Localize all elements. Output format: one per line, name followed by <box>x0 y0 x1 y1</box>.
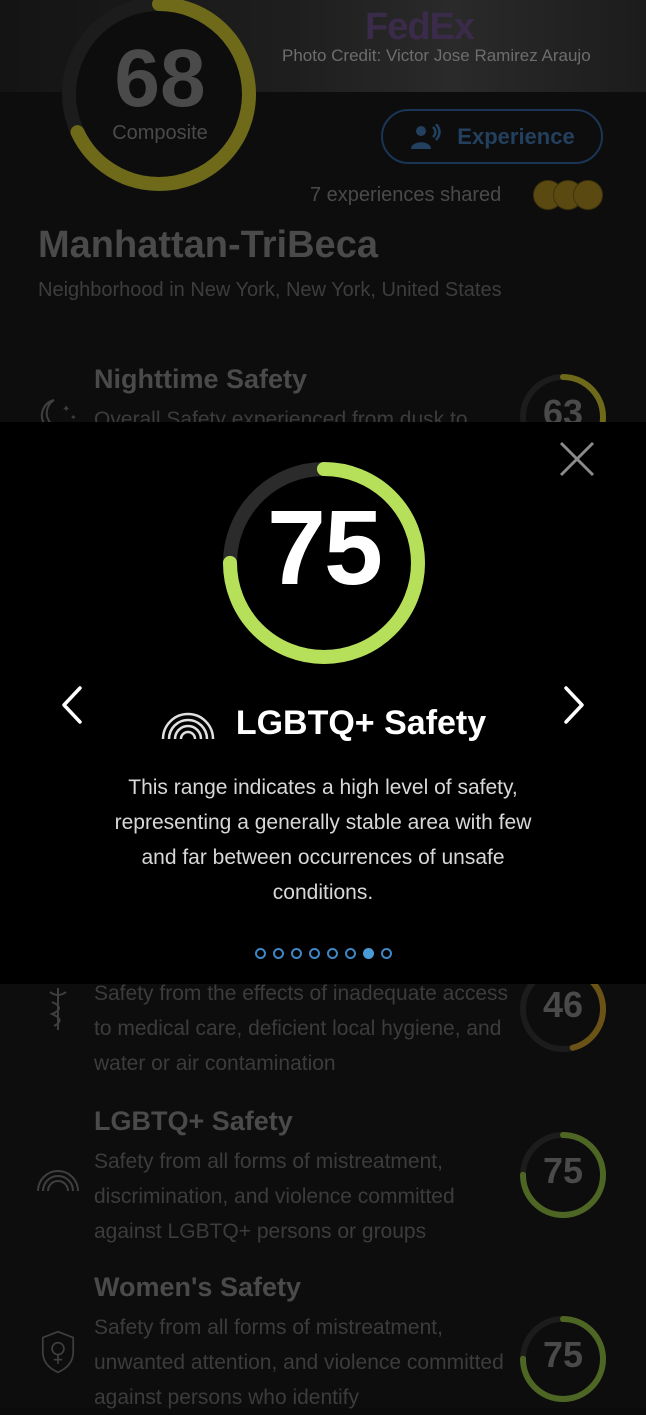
category-description: Safety from the effects of inadequate ac… <box>94 982 509 1075</box>
photo-credit: Photo Credit: Victor Jose Ramirez Araujo <box>282 46 591 65</box>
rainbow-icon <box>37 1170 79 1192</box>
neutral-emoji-icon <box>573 180 603 210</box>
close-button[interactable] <box>556 438 598 480</box>
page-dot[interactable] <box>380 948 392 959</box>
experience-button[interactable]: Experience <box>381 109 603 164</box>
shield-female-icon <box>41 1330 75 1374</box>
category-detail-modal: 75 LGBTQ+ Safety This range indicates a … <box>0 422 646 984</box>
location-name: Manhattan-TriBeca <box>38 224 378 266</box>
composite-score: 68 <box>114 33 206 124</box>
page-dot[interactable] <box>254 948 266 959</box>
category-title: LGBTQ+ Safety <box>94 1106 293 1136</box>
modal-title: LGBTQ+ Safety <box>235 704 487 742</box>
category-score: 46 <box>542 984 584 1025</box>
location-subtitle: Neighborhood in New York, New York, Unit… <box>38 279 502 301</box>
page-dot[interactable] <box>290 948 302 959</box>
category-score: 75 <box>542 1334 584 1375</box>
page-dot[interactable] <box>362 948 374 959</box>
category-title: Nighttime Safety <box>94 364 308 394</box>
page-indicator[interactable] <box>0 948 646 959</box>
experience-button-label: Experience <box>457 123 575 149</box>
page-dot[interactable] <box>308 948 320 959</box>
category-description: Safety from all forms of mistreatment, d… <box>94 1150 455 1243</box>
modal-description: This range indicates a high level of saf… <box>114 776 532 904</box>
category-description: Safety from all forms of mistreatment, u… <box>94 1316 504 1409</box>
reaction-emojis <box>533 180 603 212</box>
category-score: 75 <box>542 1150 584 1191</box>
page-dot[interactable] <box>272 948 284 959</box>
modal-title-row: LGBTQ+ Safety <box>0 704 646 743</box>
score-value: 75 <box>267 489 383 607</box>
rainbow-icon <box>161 712 215 739</box>
page-dot[interactable] <box>344 948 356 959</box>
hero-brand-text: FedEx <box>365 6 475 48</box>
close-icon <box>559 441 595 477</box>
medical-caduceus-icon <box>49 988 67 1030</box>
experiences-shared-count: 7 experiences shared <box>310 184 502 206</box>
category-description: Overall Safety experienced from dusk to <box>94 408 468 422</box>
page-dot[interactable] <box>326 948 338 959</box>
speaking-person-icon <box>411 123 442 149</box>
composite-label: Composite <box>112 122 208 144</box>
category-title: Women's Safety <box>94 1272 301 1302</box>
svg-text:✦: ✦ <box>70 413 77 422</box>
